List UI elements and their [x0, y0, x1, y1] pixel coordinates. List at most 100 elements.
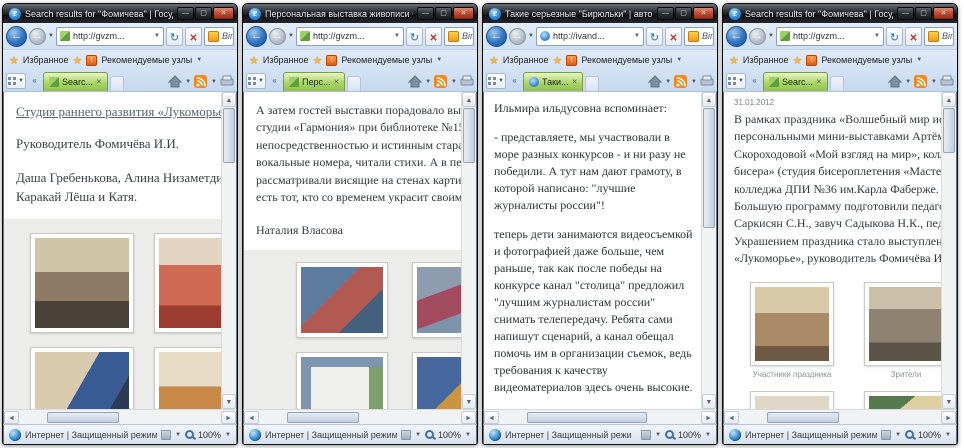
feeds-dropdown[interactable]: ▼: [211, 79, 217, 85]
suggested-sites-button[interactable]: Рекомендуемые узлы: [581, 55, 672, 65]
suggested-sites-dropdown[interactable]: ▼: [436, 57, 442, 63]
add-favorite-icon[interactable]: ★: [793, 54, 803, 67]
status-dropdown[interactable]: ▼: [415, 432, 421, 438]
forward-button[interactable]: →: [509, 27, 526, 45]
search-box[interactable]: Bing: [924, 26, 954, 46]
zoom-dropdown[interactable]: ▼: [705, 432, 711, 438]
scroll-down-arrow[interactable]: ▼: [462, 394, 476, 409]
home-dropdown[interactable]: ▼: [425, 79, 431, 85]
painting-thumbnail[interactable]: [412, 261, 461, 338]
address-dropdown[interactable]: ▼: [634, 33, 640, 39]
horizontal-scrollbar[interactable]: ◄ ►: [243, 409, 477, 424]
horizontal-scrollbar[interactable]: ◄ ►: [3, 409, 237, 424]
quick-tabs-button[interactable]: ▼: [486, 73, 506, 89]
scroll-right-arrow[interactable]: ►: [461, 410, 476, 424]
printer-icon[interactable]: [220, 75, 234, 88]
suggested-sites-button[interactable]: Рекомендуемые узлы: [821, 55, 912, 65]
refresh-button[interactable]: ↻: [406, 26, 423, 46]
rss-feed-icon[interactable]: [434, 75, 448, 88]
title-bar[interactable]: e Такие серьезные "Бирюльки" | автош ш..…: [483, 4, 717, 23]
address-bar[interactable]: http://gvzm... ▼: [55, 26, 164, 46]
home-icon[interactable]: [168, 75, 183, 88]
zoom-level[interactable]: 100%: [678, 430, 701, 440]
forward-button[interactable]: →: [749, 27, 766, 45]
stop-button[interactable]: ✕: [185, 26, 202, 46]
suggested-sites-dropdown[interactable]: ▼: [196, 57, 202, 63]
stop-button[interactable]: ✕: [425, 26, 442, 46]
scroll-left-arrow[interactable]: ◄: [4, 410, 19, 424]
protected-mode-icon[interactable]: [401, 429, 412, 440]
zoom-dropdown[interactable]: ▼: [945, 432, 951, 438]
scrollbar-thumb[interactable]: [703, 108, 715, 228]
minimize-button[interactable]: —: [417, 7, 434, 20]
maximize-button[interactable]: ▢: [195, 7, 212, 20]
painting-thumbnail[interactable]: [296, 261, 388, 338]
refresh-button[interactable]: ↻: [166, 26, 183, 46]
refresh-button[interactable]: ↻: [886, 26, 903, 46]
protected-mode-icon[interactable]: [641, 429, 652, 440]
forward-button[interactable]: →: [269, 27, 286, 45]
home-icon[interactable]: [888, 75, 903, 88]
vertical-scrollbar[interactable]: ▲ ▼: [461, 92, 476, 409]
recent-pages-dropdown[interactable]: ▼: [48, 33, 54, 39]
quick-tabs-dropdown[interactable]: ▼: [498, 78, 504, 84]
tab-list-button[interactable]: «: [268, 73, 281, 89]
minimize-button[interactable]: —: [897, 7, 914, 20]
home-icon[interactable]: [408, 75, 423, 88]
new-tab-button[interactable]: [109, 76, 124, 91]
quick-tabs-button[interactable]: ▼: [246, 73, 266, 89]
tab-list-button[interactable]: «: [748, 73, 761, 89]
address-bar[interactable]: http://gvzm... ▼: [775, 26, 884, 46]
vertical-scrollbar[interactable]: ▲ ▼: [221, 92, 236, 409]
suggested-sites-dropdown[interactable]: ▼: [676, 57, 682, 63]
feeds-dropdown[interactable]: ▼: [691, 79, 697, 85]
printer-icon[interactable]: [700, 75, 714, 88]
scrollbar-thumb[interactable]: [943, 108, 955, 153]
favorites-button[interactable]: Избранное: [263, 55, 309, 65]
quick-tabs-dropdown[interactable]: ▼: [258, 78, 264, 84]
favorites-button[interactable]: Избранное: [23, 55, 69, 65]
add-favorite-icon[interactable]: ★: [73, 54, 83, 67]
maximize-button[interactable]: ▢: [915, 7, 932, 20]
scrollbar-thumb[interactable]: [47, 411, 120, 423]
photo-thumbnail[interactable]: [30, 232, 134, 333]
scrollbar-thumb[interactable]: [463, 108, 475, 163]
recent-pages-dropdown[interactable]: ▼: [288, 33, 294, 39]
rss-feed-icon[interactable]: [674, 75, 688, 88]
search-box[interactable]: Bing: [204, 26, 234, 46]
close-button[interactable]: ✕: [693, 7, 714, 20]
photo-thumbnail[interactable]: [750, 390, 834, 409]
painting-thumbnail[interactable]: [296, 351, 388, 409]
printer-icon[interactable]: [940, 75, 954, 88]
forward-button[interactable]: →: [29, 27, 46, 45]
home-dropdown[interactable]: ▼: [665, 79, 671, 85]
feeds-dropdown[interactable]: ▼: [931, 79, 937, 85]
protected-mode-icon[interactable]: [881, 429, 892, 440]
rss-feed-icon[interactable]: [914, 75, 928, 88]
scroll-up-arrow[interactable]: ▲: [702, 92, 716, 107]
photo-thumbnail[interactable]: [154, 232, 221, 333]
minimize-button[interactable]: —: [177, 7, 194, 20]
painting-thumbnail[interactable]: [412, 351, 461, 409]
quick-tabs-button[interactable]: ▼: [6, 73, 26, 89]
status-dropdown[interactable]: ▼: [175, 432, 181, 438]
close-button[interactable]: ✕: [453, 7, 474, 20]
suggested-sites-dropdown[interactable]: ▼: [916, 57, 922, 63]
maximize-button[interactable]: ▢: [675, 7, 692, 20]
feeds-dropdown[interactable]: ▼: [451, 79, 457, 85]
scroll-down-arrow[interactable]: ▼: [222, 394, 236, 409]
add-favorite-icon[interactable]: ★: [553, 54, 563, 67]
zoom-level[interactable]: 100%: [198, 430, 221, 440]
search-box[interactable]: Bing: [684, 26, 714, 46]
photo-thumbnail[interactable]: [154, 346, 221, 409]
back-button[interactable]: ←: [246, 25, 267, 47]
stop-button[interactable]: ✕: [665, 26, 682, 46]
address-bar[interactable]: http://gvzm... ▼: [295, 26, 404, 46]
horizontal-scrollbar[interactable]: ◄ ►: [723, 409, 957, 424]
home-dropdown[interactable]: ▼: [905, 79, 911, 85]
studio-link[interactable]: Студия раннего развития «Лукоморье»: [16, 104, 221, 120]
photo-thumbnail[interactable]: [750, 281, 834, 366]
active-tab[interactable]: Перс... ✕: [283, 72, 346, 91]
tab-list-button[interactable]: «: [28, 73, 41, 89]
search-box[interactable]: Bing: [444, 26, 474, 46]
